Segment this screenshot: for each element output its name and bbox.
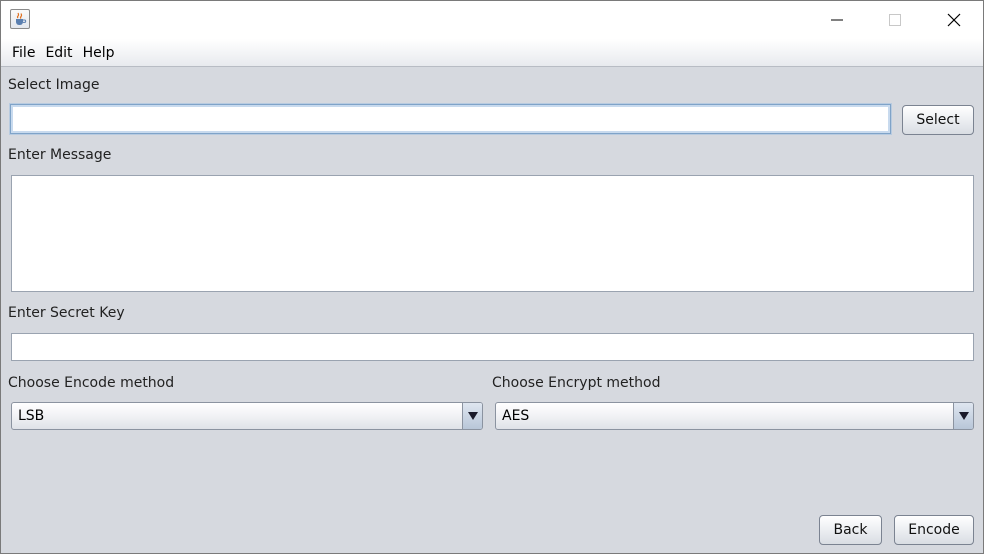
message-textarea[interactable] xyxy=(12,176,973,291)
secret-key-field-wrapper xyxy=(11,333,974,361)
title-bar[interactable] xyxy=(1,1,983,39)
encode-method-label: Choose Encode method xyxy=(8,375,175,391)
encode-method-dropdown-arrow[interactable] xyxy=(462,403,482,429)
menu-file[interactable]: File xyxy=(7,39,40,67)
encode-button[interactable]: Encode xyxy=(894,515,974,545)
image-path-input[interactable] xyxy=(11,105,890,133)
maximize-button[interactable] xyxy=(866,1,924,39)
secret-key-label: Enter Secret Key xyxy=(8,305,125,321)
select-button[interactable]: Select xyxy=(902,105,974,135)
encrypt-method-dropdown-arrow[interactable] xyxy=(953,403,973,429)
menu-edit[interactable]: Edit xyxy=(40,39,77,67)
select-image-label: Select Image xyxy=(8,77,100,93)
back-button[interactable]: Back xyxy=(819,515,882,545)
triangle-down-icon xyxy=(958,412,969,420)
encode-method-select[interactable]: LSB xyxy=(11,402,483,430)
maximize-icon xyxy=(889,14,901,26)
menu-help[interactable]: Help xyxy=(78,39,120,67)
menu-bar: File Edit Help xyxy=(1,39,983,67)
close-icon xyxy=(947,13,961,27)
minimize-button[interactable] xyxy=(808,1,866,39)
app-window: File Edit Help Select Image Select Enter… xyxy=(0,0,984,554)
secret-key-input[interactable] xyxy=(12,334,973,360)
encrypt-method-value: AES xyxy=(502,408,530,424)
encode-method-value: LSB xyxy=(18,408,45,424)
enter-message-label: Enter Message xyxy=(8,147,112,163)
encrypt-method-select[interactable]: AES xyxy=(495,402,974,430)
close-button[interactable] xyxy=(925,1,983,39)
triangle-down-icon xyxy=(467,412,478,420)
minimize-icon xyxy=(831,19,843,21)
message-area-wrapper xyxy=(11,175,974,292)
encrypt-method-label: Choose Encrypt method xyxy=(492,375,661,391)
java-cup-icon xyxy=(10,9,30,29)
image-path-field-wrapper xyxy=(10,104,891,134)
